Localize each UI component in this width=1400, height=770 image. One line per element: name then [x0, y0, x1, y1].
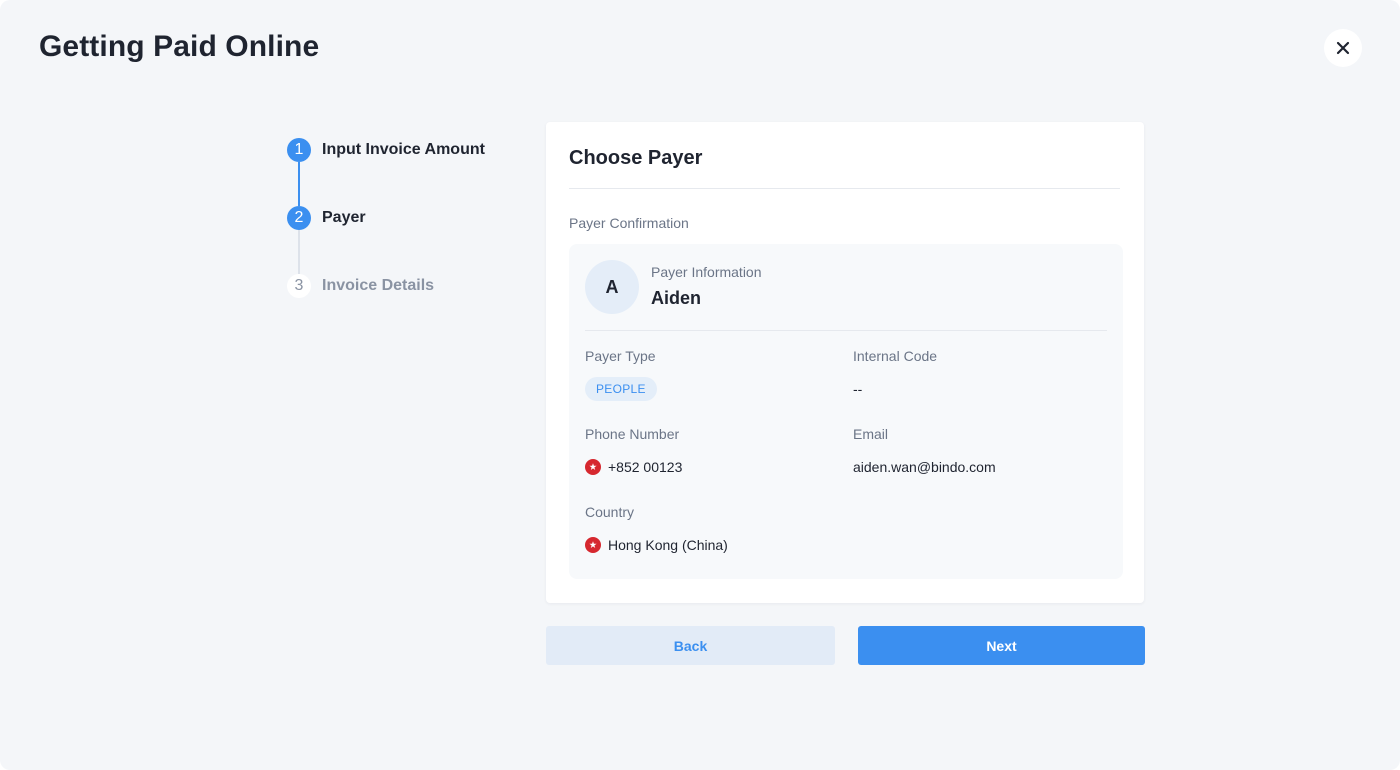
close-button[interactable]: [1324, 29, 1362, 67]
step-connector-2: [298, 230, 300, 274]
card-title: Choose Payer: [569, 147, 703, 169]
modal: Getting Paid Online 1 Input Invoice Amou…: [0, 0, 1400, 770]
step-number: 1: [287, 138, 311, 162]
payer-type-label: Payer Type: [585, 348, 656, 364]
payer-info-box: A Payer Information Aiden Payer Type PEO…: [569, 244, 1123, 579]
step-label: Payer: [322, 209, 366, 226]
payer-information-label: Payer Information: [651, 264, 762, 280]
page-title: Getting Paid Online: [39, 30, 320, 63]
close-icon: [1336, 41, 1350, 55]
hong-kong-flag-icon: [585, 459, 601, 475]
payer-name: Aiden: [651, 288, 702, 308]
back-button[interactable]: Back: [546, 626, 835, 665]
email-label: Email: [853, 426, 889, 442]
phone-number-label: Phone Number: [585, 426, 680, 442]
stepper: 1 Input Invoice Amount 2 Payer 3 Invoice…: [287, 138, 527, 308]
step-connector-1: [298, 162, 300, 206]
phone-number-text: +852 00123: [608, 459, 683, 475]
step-label: Input Invoice Amount: [322, 141, 485, 158]
next-button[interactable]: Next: [858, 626, 1145, 665]
step-label: Invoice Details: [322, 277, 435, 294]
payer-confirmation-label: Payer Confirmation: [569, 215, 689, 231]
country-text: Hong Kong (China): [608, 537, 728, 553]
step-input-invoice-amount[interactable]: 1 Input Invoice Amount: [287, 138, 485, 162]
hong-kong-flag-icon: [585, 537, 601, 553]
country-label: Country: [585, 504, 635, 520]
email-value: aiden.wan@bindo.com: [853, 459, 996, 475]
step-number: 3: [287, 274, 311, 298]
internal-code-label: Internal Code: [853, 348, 938, 364]
phone-number-value: +852 00123: [585, 459, 682, 475]
info-divider: [585, 330, 1107, 331]
country-value: Hong Kong (China): [585, 537, 728, 553]
step-number: 2: [287, 206, 311, 230]
step-payer[interactable]: 2 Payer: [287, 206, 366, 230]
internal-code-value: --: [853, 381, 863, 397]
choose-payer-card: Choose Payer Payer Confirmation A Payer …: [546, 122, 1144, 603]
step-invoice-details[interactable]: 3 Invoice Details: [287, 274, 434, 298]
avatar: A: [585, 260, 639, 314]
card-divider: [569, 188, 1120, 189]
payer-type-badge: PEOPLE: [585, 377, 657, 401]
